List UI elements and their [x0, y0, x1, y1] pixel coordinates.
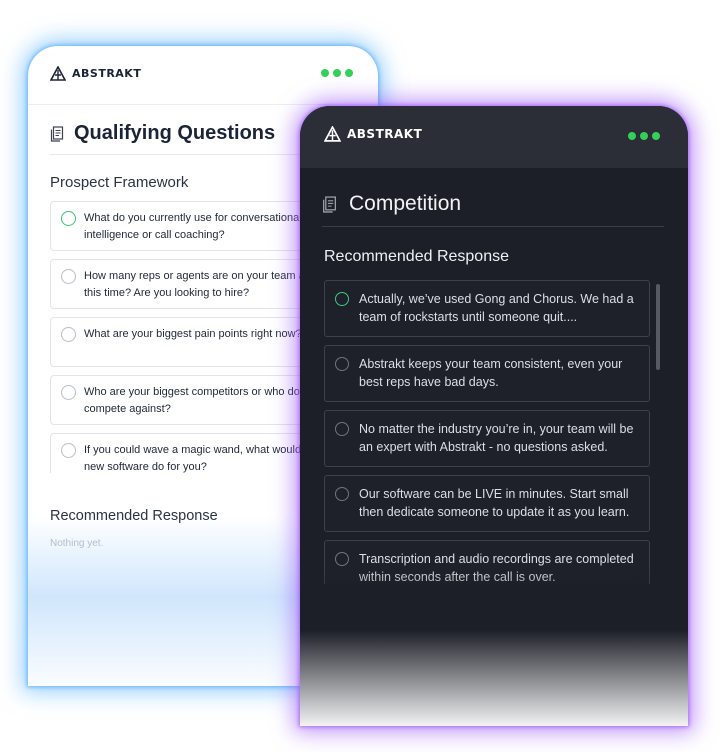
brand-name: ABSTRAKT: [72, 67, 142, 80]
page-title-row: Competition: [322, 192, 461, 216]
light-header: ABSTRAKT: [28, 46, 378, 105]
divider: [322, 226, 664, 227]
response-list: Actually, we’ve used Gong and Chorus. We…: [324, 280, 650, 584]
recommended-heading: Recommended Response: [50, 508, 218, 524]
response-item[interactable]: Our software can be LIVE in minutes. Sta…: [324, 475, 650, 532]
brand-logo: ABSTRAKT: [324, 126, 422, 142]
brand-name: ABSTRAKT: [347, 127, 423, 141]
scrollbar[interactable]: [656, 284, 660, 370]
response-item[interactable]: Abstrakt keeps your team consistent, eve…: [324, 345, 650, 402]
radio-circle-icon[interactable]: [61, 269, 76, 284]
radio-circle-icon[interactable]: [61, 385, 76, 400]
page-title: Qualifying Questions: [74, 122, 276, 144]
page-title: Competition: [349, 192, 462, 215]
document-icon: [323, 195, 336, 213]
radio-circle-icon[interactable]: [61, 211, 76, 226]
radio-circle-icon[interactable]: [335, 292, 349, 306]
radio-circle-icon[interactable]: [335, 487, 349, 501]
brand-logo: ABSTRAKT: [50, 66, 141, 81]
radio-circle-icon[interactable]: [335, 552, 349, 566]
response-item[interactable]: Actually, we’ve used Gong and Chorus. We…: [324, 280, 650, 337]
window-dots-icon: [321, 69, 353, 77]
radio-circle-icon[interactable]: [335, 357, 349, 371]
radio-circle-icon[interactable]: [335, 422, 349, 436]
bottom-glow: [300, 566, 688, 726]
empty-state-text: Nothing yet.: [50, 538, 104, 549]
abstrakt-logo-icon: [50, 66, 66, 81]
section-heading: Prospect Framework: [50, 174, 189, 191]
section-heading: Recommended Response: [324, 248, 509, 265]
abstrakt-logo-icon: [324, 126, 341, 142]
dark-header: ABSTRAKT: [300, 106, 688, 168]
response-item[interactable]: No matter the industry you’re in, your t…: [324, 410, 650, 467]
document-icon: [50, 125, 64, 142]
page-title-row: Qualifying Questions: [50, 122, 275, 145]
radio-circle-icon[interactable]: [61, 443, 76, 458]
competition-panel: ABSTRAKT Competition Recommended Respons…: [300, 106, 688, 726]
radio-circle-icon[interactable]: [61, 327, 76, 342]
window-dots-icon: [628, 132, 660, 140]
